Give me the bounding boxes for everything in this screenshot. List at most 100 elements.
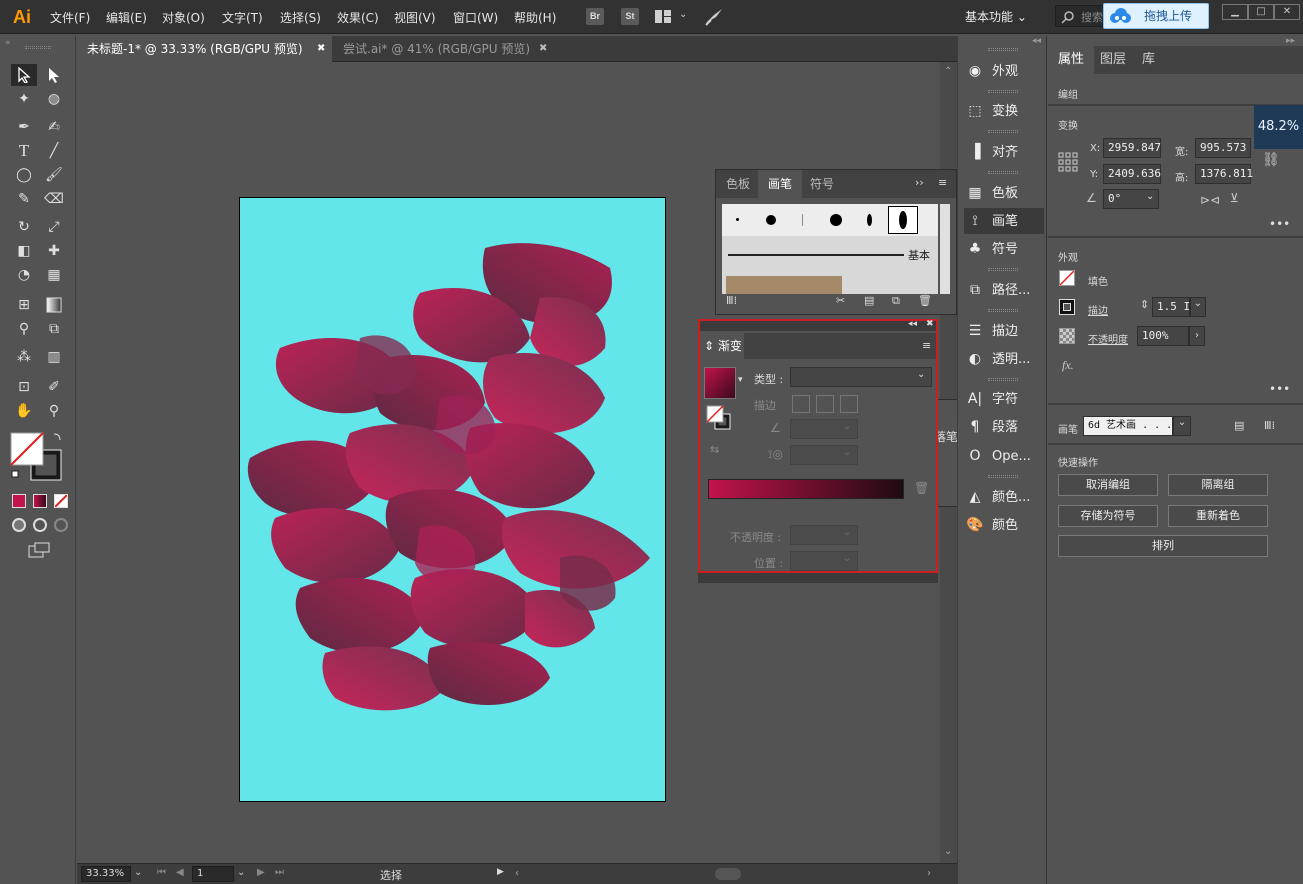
gradient-type-select[interactable]: ⌄: [790, 367, 932, 387]
blend-tool-icon[interactable]: ⧉: [41, 318, 67, 340]
brush-scrollbar[interactable]: [940, 204, 950, 294]
dock-opentype[interactable]: O Ope...: [964, 443, 1044, 469]
dock-brushes[interactable]: ⟟ 画笔: [964, 208, 1044, 234]
dock-pathfinder[interactable]: ⧉ 路径...: [964, 277, 1044, 303]
brush-dot-5[interactable]: [867, 214, 872, 226]
stroke-weight-dropdown-icon[interactable]: ⌄: [1190, 297, 1206, 317]
dock-symbols[interactable]: ♣ 符号: [964, 236, 1044, 262]
panel-grip[interactable]: [988, 378, 1018, 381]
gradient-slider[interactable]: [708, 479, 904, 499]
column-graph-tool-icon[interactable]: ▥: [41, 346, 67, 368]
none-mode-button[interactable]: [54, 494, 68, 508]
gradient-swatch-dropdown-icon[interactable]: ▾: [738, 375, 743, 385]
line-tool-icon[interactable]: ╱: [41, 140, 67, 162]
next-artboard-icon[interactable]: ▶: [257, 867, 265, 878]
remove-stroke-icon[interactable]: ✂: [836, 294, 845, 307]
scale-tool-icon[interactable]: ⤢: [41, 216, 67, 238]
opacity-label[interactable]: 不透明度: [1088, 331, 1128, 346]
brush-options-icon[interactable]: ▤: [1234, 419, 1244, 432]
hand-tool-icon[interactable]: ✋: [11, 400, 37, 422]
aspect-ratio-field[interactable]: ⌄: [790, 445, 858, 465]
color-mode-button[interactable]: [12, 494, 26, 508]
constrain-proportions-icon[interactable]: ⛓: [1262, 152, 1280, 168]
symbol-sprayer-tool-icon[interactable]: ⁂: [11, 346, 37, 368]
rotate-tool-icon[interactable]: ↻: [11, 216, 37, 238]
panel-grip[interactable]: [988, 475, 1018, 478]
flip-vertical-icon[interactable]: ⊻: [1230, 191, 1239, 205]
fill-stroke-swatches[interactable]: [10, 432, 66, 484]
stop-position-field[interactable]: ⌄: [790, 551, 858, 571]
panel-grip[interactable]: [988, 130, 1018, 133]
lasso-tool-icon[interactable]: ◍: [41, 88, 67, 110]
tab-layers[interactable]: 图层: [1090, 46, 1136, 74]
screen-mode-icon[interactable]: [28, 542, 50, 558]
panel-grip[interactable]: [988, 309, 1018, 312]
panel-menu-icon[interactable]: ≡: [938, 176, 947, 189]
dock-align[interactable]: ▐ 对齐: [964, 139, 1044, 165]
dock-transparency[interactable]: ◐ 透明...: [964, 346, 1044, 372]
stroke-gradient-along-icon[interactable]: [816, 395, 834, 413]
y-field[interactable]: 2409.636: [1103, 164, 1161, 184]
draw-behind-icon[interactable]: [33, 518, 47, 532]
zoom-level-field[interactable]: 33.33%: [81, 866, 131, 882]
gradient-tool-icon[interactable]: [41, 294, 67, 316]
menu-edit[interactable]: 编辑(E): [106, 9, 147, 26]
ungroup-button[interactable]: 取消编组: [1058, 474, 1158, 496]
artboard-number-field[interactable]: 1: [192, 866, 234, 882]
more-options-icon[interactable]: •••: [1269, 382, 1290, 396]
save-as-symbol-button[interactable]: 存储为符号: [1058, 505, 1158, 527]
width-tool-icon[interactable]: ◧: [11, 240, 37, 262]
brush-basic-stroke[interactable]: [728, 254, 904, 256]
menu-file[interactable]: 文件(F): [50, 9, 90, 26]
brush-options-icon[interactable]: ▤: [864, 294, 874, 307]
panel-expand-icon[interactable]: ››: [915, 176, 924, 189]
more-options-icon[interactable]: •••: [1269, 217, 1290, 231]
first-artboard-icon[interactable]: ⏮: [157, 867, 166, 878]
draw-inside-icon[interactable]: [54, 518, 68, 532]
mesh-tool-icon[interactable]: ⊞: [11, 294, 37, 316]
brush-art-sample[interactable]: [726, 276, 842, 294]
isolate-group-button[interactable]: 隔离组: [1168, 474, 1268, 496]
selection-tool-icon[interactable]: [11, 64, 37, 86]
width-field[interactable]: 995.573: [1195, 138, 1251, 158]
angle-field[interactable]: ⌄: [790, 419, 858, 439]
draw-normal-icon[interactable]: [12, 518, 26, 532]
stroke-swatch[interactable]: [1059, 299, 1075, 315]
petal-artwork[interactable]: [240, 198, 666, 802]
arrange-button[interactable]: 排列: [1058, 535, 1268, 557]
panel-grip[interactable]: [988, 171, 1018, 174]
last-artboard-icon[interactable]: ⏭: [275, 867, 284, 878]
paintbrush-tool-icon[interactable]: 🖌: [41, 164, 67, 186]
close-button[interactable]: ✕: [1274, 4, 1300, 20]
brush-selected[interactable]: [888, 206, 918, 234]
stock-icon[interactable]: St: [621, 8, 639, 25]
bridge-icon[interactable]: Br: [586, 8, 604, 25]
props-collapse-icon[interactable]: ▸▸: [1286, 36, 1295, 46]
stroke-gradient-within-icon[interactable]: [792, 395, 810, 413]
dock-appearance[interactable]: ◉ 外观: [964, 58, 1044, 84]
gradient-panel-resize-handle[interactable]: [698, 573, 938, 583]
tab-document-1[interactable]: 未标题-1* @ 33.33% (RGB/GPU 预览) ✖: [77, 36, 332, 62]
menu-window[interactable]: 窗口(W): [453, 9, 498, 26]
flip-horizontal-icon[interactable]: ⊳⊲: [1200, 193, 1220, 207]
stroke-stepper-icon[interactable]: ⇕: [1140, 298, 1149, 311]
tab-properties[interactable]: 属性: [1048, 46, 1095, 74]
recolor-button[interactable]: 重新着色: [1168, 505, 1268, 527]
dock-color[interactable]: 🎨 颜色: [964, 512, 1044, 538]
stroke-gradient-across-icon[interactable]: [840, 395, 858, 413]
dock-transform[interactable]: ⬚ 变换: [964, 98, 1044, 124]
magic-wand-tool-icon[interactable]: ✦: [11, 88, 37, 110]
dock-paragraph[interactable]: ¶ 段落: [964, 414, 1044, 440]
angle-dropdown-icon[interactable]: ⌄: [1146, 191, 1154, 202]
collapse-icon[interactable]: ◂◂: [908, 319, 917, 329]
brush-dot-3[interactable]: [802, 214, 803, 226]
horizontal-scroll-thumb[interactable]: [715, 868, 741, 880]
menu-help[interactable]: 帮助(H): [514, 9, 556, 26]
tab-libraries[interactable]: 库: [1132, 46, 1165, 74]
effects-icon[interactable]: fx.: [1062, 358, 1074, 373]
brush-dot-4[interactable]: [830, 214, 842, 226]
arrange-documents-icon[interactable]: [655, 10, 671, 23]
pen-tool-icon[interactable]: ✒: [11, 116, 37, 138]
brush-select[interactable]: 6d 艺术画 . . .: [1083, 416, 1173, 436]
tab-swatches[interactable]: 色板: [716, 170, 760, 198]
